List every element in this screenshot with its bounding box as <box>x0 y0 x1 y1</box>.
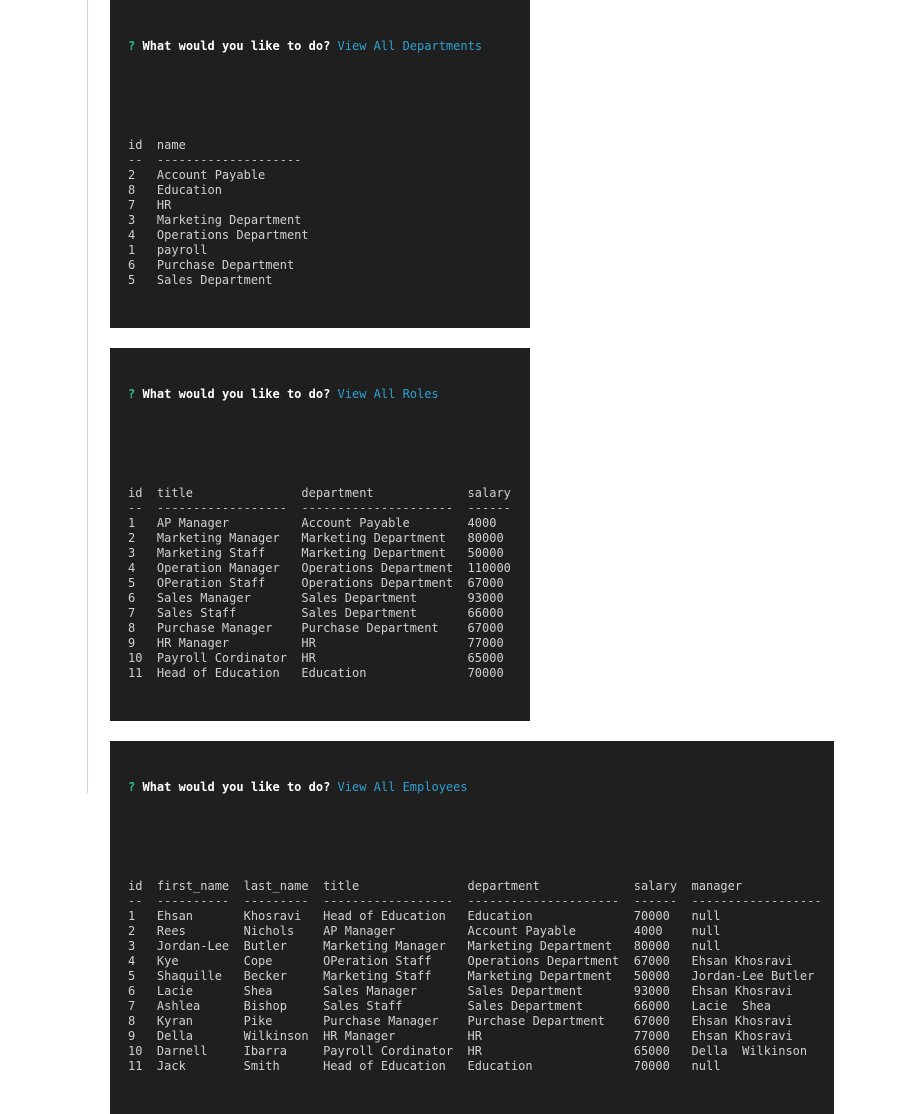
table-header-row: id title department salary <box>128 486 511 500</box>
table-row: 9 HR Manager HR 77000 <box>128 636 504 650</box>
prompt-marker-icon: ? <box>128 39 136 53</box>
table-header-rule: -- ---------- --------- ----------------… <box>128 894 822 908</box>
table-row: 3 Marketing Department <box>128 213 302 227</box>
table-row: 5 Shaquille Becker Marketing Staff Marke… <box>128 969 815 983</box>
table-row: 6 Lacie Shea Sales Manager Sales Departm… <box>128 984 793 998</box>
table-header-row: id first_name last_name title department… <box>128 879 743 893</box>
table-row: 4 Kye Cope OPeration Staff Operations De… <box>128 954 793 968</box>
prompt-marker-icon: ? <box>128 387 136 401</box>
prompt-question-text: What would you like to do? <box>142 387 331 401</box>
table-row: 8 Kyran Pike Purchase Manager Purchase D… <box>128 1014 793 1028</box>
table-row: 4 Operations Department <box>128 228 309 242</box>
table-row: 5 Sales Department <box>128 273 273 287</box>
prompt-answer-text: View All Departments <box>337 39 483 53</box>
prompt-question-text: What would you like to do? <box>142 780 331 794</box>
table-row: 1 AP Manager Account Payable 4000 <box>128 516 497 530</box>
terminal-block-departments: ? What would you like to do? View All De… <box>110 0 530 328</box>
table-row: 2 Marketing Manager Marketing Department… <box>128 531 504 545</box>
terminal-block-roles: ? What would you like to do? View All Ro… <box>110 348 530 721</box>
terminal-block-employees: ? What would you like to do? View All Em… <box>110 741 834 1114</box>
table-row: 3 Marketing Staff Marketing Department 5… <box>128 546 504 560</box>
table-header-row: id name <box>128 138 186 152</box>
table-row: 1 Ehsan Khosravi Head of Education Educa… <box>128 909 721 923</box>
table-row: 11 Jack Smith Head of Education Educatio… <box>128 1059 721 1073</box>
terminal-output-stack: ? What would you like to do? View All De… <box>110 0 915 1114</box>
table-row: 9 Della Wilkinson HR Manager HR 77000 Eh… <box>128 1029 793 1043</box>
page-left-rule <box>87 0 88 793</box>
table-header-rule: -- -------------------- <box>128 153 302 167</box>
table-header-rule: -- ------------------ ------------------… <box>128 501 511 515</box>
table-row: 2 Rees Nichols AP Manager Account Payabl… <box>128 924 721 938</box>
prompt-line-departments: ? What would you like to do? View All De… <box>128 38 518 54</box>
table-row: 10 Payroll Cordinator HR 65000 <box>128 651 504 665</box>
prompt-answer-text: View All Roles <box>337 387 439 401</box>
table-row: 6 Sales Manager Sales Department 93000 <box>128 591 504 605</box>
table-row: 7 HR <box>128 198 172 212</box>
prompt-line-roles: ? What would you like to do? View All Ro… <box>128 386 518 402</box>
table-row: 4 Operation Manager Operations Departmen… <box>128 561 511 575</box>
prompt-question-text: What would you like to do? <box>142 39 331 53</box>
table-row: 2 Account Payable <box>128 168 266 182</box>
table-row: 8 Education <box>128 183 222 197</box>
table-row: 10 Darnell Ibarra Payroll Cordinator HR … <box>128 1044 808 1058</box>
table-row: 6 Purchase Department <box>128 258 295 272</box>
table-row: 7 Sales Staff Sales Department 66000 <box>128 606 504 620</box>
departments-table: id name -- -------------------- 2 Account … <box>128 138 518 288</box>
roles-table: id title department salary -- -----------… <box>128 486 518 681</box>
table-row: 11 Head of Education Education 70000 <box>128 666 504 680</box>
prompt-answer-text: View All Employees <box>337 780 468 794</box>
table-row: 1 payroll <box>128 243 208 257</box>
employees-table: id first_name last_name title department… <box>128 879 822 1074</box>
table-row: 5 OPeration Staff Operations Department … <box>128 576 504 590</box>
table-row: 7 Ashlea Bishop Sales Staff Sales Depart… <box>128 999 771 1013</box>
table-row: 3 Jordan-Lee Butler Marketing Manager Ma… <box>128 939 721 953</box>
table-row: 8 Purchase Manager Purchase Department 6… <box>128 621 504 635</box>
prompt-marker-icon: ? <box>128 780 136 794</box>
